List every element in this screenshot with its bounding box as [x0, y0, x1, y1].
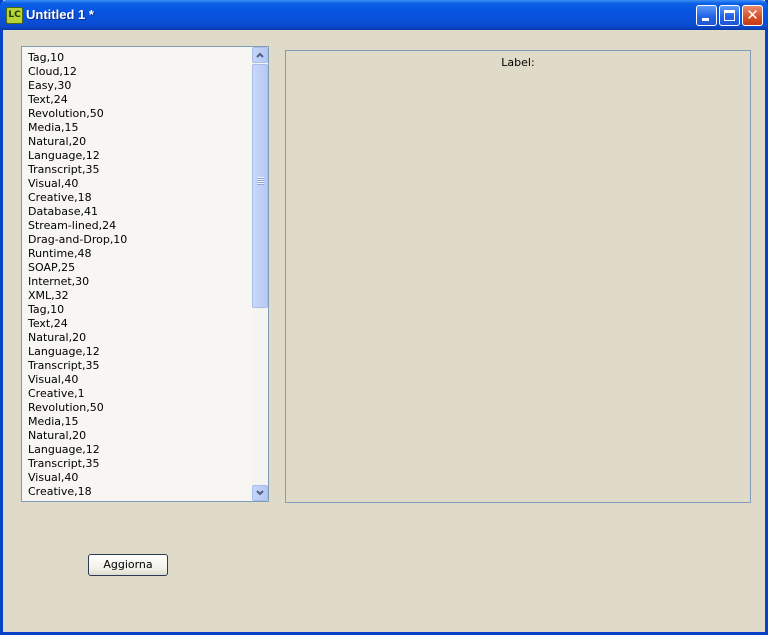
- minimize-icon: [702, 18, 709, 21]
- list-item[interactable]: Creative,18: [28, 191, 250, 205]
- list-item[interactable]: Revolution,50: [28, 401, 250, 415]
- maximize-icon: [724, 10, 735, 21]
- scroll-up-button[interactable]: [252, 47, 268, 63]
- title-bar[interactable]: LC Untitled 1 * ✕: [0, 0, 768, 30]
- app-icon[interactable]: LC: [6, 7, 23, 24]
- list-item[interactable]: Database,41: [28, 205, 250, 219]
- aggiorna-button[interactable]: Aggiorna: [88, 554, 168, 576]
- list-item[interactable]: Text,24: [28, 93, 250, 107]
- list-item[interactable]: Stream-lined,24: [28, 219, 250, 233]
- list-item[interactable]: Natural,20: [28, 331, 250, 345]
- list-item[interactable]: Transcript,35: [28, 457, 250, 471]
- list-item[interactable]: Visual,40: [28, 177, 250, 191]
- maximize-button[interactable]: [719, 5, 740, 26]
- list-item[interactable]: Natural,20: [28, 135, 250, 149]
- chevron-down-icon: [256, 490, 264, 496]
- list-item[interactable]: Tag,10: [28, 303, 250, 317]
- list-item[interactable]: Language,12: [28, 443, 250, 457]
- list-item[interactable]: Revolution,50: [28, 107, 250, 121]
- list-item[interactable]: Runtime,48: [28, 247, 250, 261]
- list-item[interactable]: Visual,40: [28, 373, 250, 387]
- close-button[interactable]: ✕: [742, 5, 763, 26]
- list-item[interactable]: Tag,10: [28, 51, 250, 65]
- list-item[interactable]: Language,12: [28, 345, 250, 359]
- list-item[interactable]: Visual,40: [28, 471, 250, 485]
- list-item[interactable]: Language,12: [28, 149, 250, 163]
- list-item[interactable]: Transcript,35: [28, 359, 250, 373]
- window-title: Untitled 1 *: [26, 7, 94, 22]
- grip-icon: [257, 177, 264, 185]
- list-item[interactable]: Text,24: [28, 317, 250, 331]
- list-item[interactable]: Drag-and-Drop,10: [28, 233, 250, 247]
- list-item[interactable]: Creative,1: [28, 387, 250, 401]
- list-item[interactable]: Easy,30: [28, 79, 250, 93]
- close-icon: ✕: [746, 6, 759, 24]
- minimize-button[interactable]: [696, 5, 717, 26]
- list-item[interactable]: Cloud,12: [28, 65, 250, 79]
- chevron-up-icon: [256, 52, 264, 58]
- list-items-container: Tag,10 Cloud,12 Easy,30 Text,24 Revolution,5…: [28, 51, 250, 499]
- list-item[interactable]: Media,15: [28, 415, 250, 429]
- scroll-thumb[interactable]: [252, 64, 268, 308]
- app-window: LC Untitled 1 * ✕ Tag,10 Cloud,12 Easy,30 T…: [0, 0, 768, 635]
- scroll-down-button[interactable]: [252, 485, 268, 501]
- items-list[interactable]: Tag,10 Cloud,12 Easy,30 Text,24 Revolution,5…: [21, 46, 269, 502]
- list-item[interactable]: Internet,30: [28, 275, 250, 289]
- list-item[interactable]: Natural,20: [28, 429, 250, 443]
- list-item[interactable]: SOAP,25: [28, 261, 250, 275]
- list-scrollbar[interactable]: [252, 47, 268, 501]
- list-item[interactable]: Media,15: [28, 121, 250, 135]
- list-item[interactable]: XML,32: [28, 289, 250, 303]
- list-item[interactable]: Transcript,35: [28, 163, 250, 177]
- label-panel: Label:: [285, 50, 751, 503]
- panel-label: Label:: [501, 56, 535, 69]
- list-item[interactable]: Creative,18: [28, 485, 250, 499]
